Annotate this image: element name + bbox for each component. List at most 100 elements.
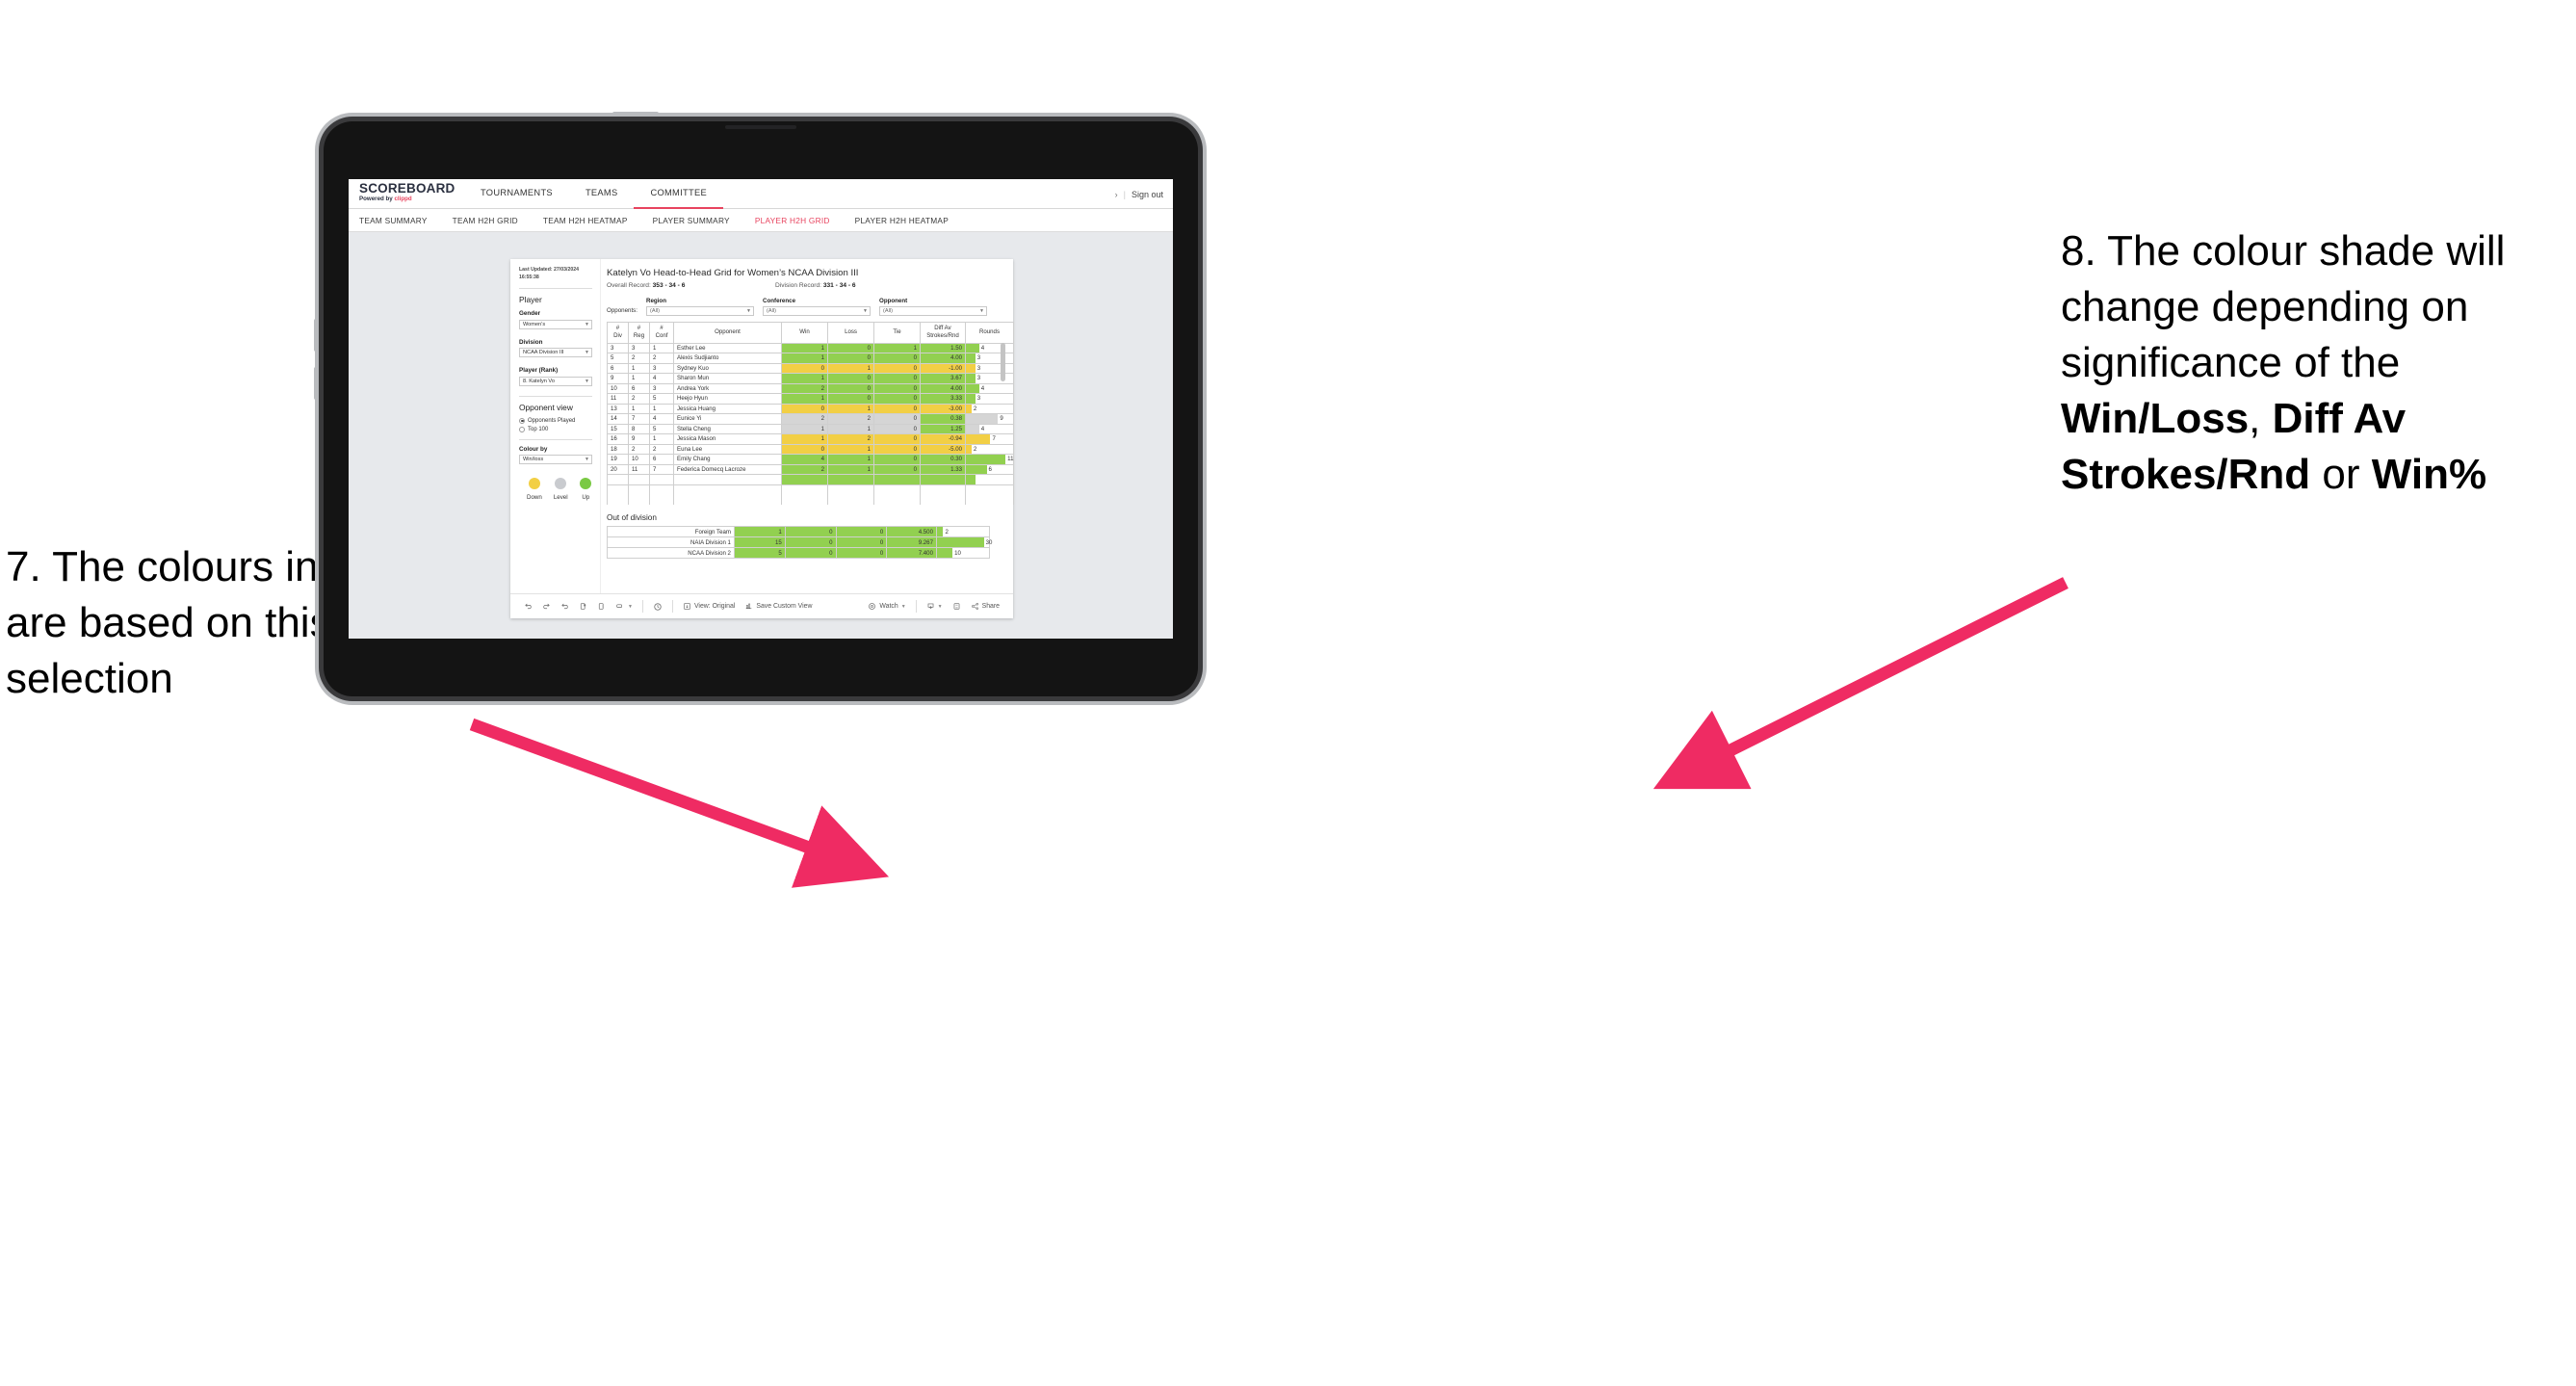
radio-opponents-played[interactable]: Opponents Played bbox=[519, 417, 592, 424]
conference-select[interactable]: (All) ▼ bbox=[763, 306, 871, 316]
radio-top-100[interactable]: Top 100 bbox=[519, 426, 592, 432]
cell-tie: 0 bbox=[873, 454, 921, 465]
table-row[interactable]: 6 1 3 Sydney Kuo 0 1 0 -1.00 3 bbox=[607, 362, 1014, 374]
colour-by-select[interactable]: Win/loss ▼ bbox=[519, 455, 592, 464]
table-row[interactable]: 10 6 3 Andrea York 2 0 0 4.00 4 bbox=[607, 382, 1014, 394]
cell-div: 19 bbox=[607, 454, 629, 465]
table-row[interactable]: 11 2 5 Heejo Hyun 1 0 0 3.33 3 bbox=[607, 393, 1014, 405]
cell-tie: 0 bbox=[873, 403, 921, 414]
divider bbox=[519, 438, 592, 440]
table-row[interactable]: 13 1 1 Jessica Huang 0 1 0 -3.00 2 bbox=[607, 403, 1014, 414]
division-record: Division Record: 331 - 34 - 6 bbox=[775, 282, 856, 289]
brand-logo[interactable]: SCOREBOARD Powered by clippd bbox=[349, 179, 464, 208]
cell-div: 9 bbox=[607, 373, 629, 384]
opponent-view-heading: Opponent view bbox=[519, 402, 573, 412]
pause-refresh-icon[interactable] bbox=[648, 602, 667, 612]
col-opponent[interactable]: Opponent bbox=[673, 321, 782, 344]
cell-tie: 0 bbox=[873, 373, 921, 384]
out-of-division-row[interactable]: NAIA Division 1 15 0 0 9.267 30 bbox=[607, 536, 992, 548]
workspace: Last Updated: 27/03/2024 16:55:38 Player… bbox=[349, 232, 1173, 639]
export-menu[interactable]: ▼ bbox=[611, 602, 637, 611]
player-rank-select[interactable]: 8. Katelyn Vo ▼ bbox=[519, 376, 592, 386]
conference-filter: Conference (All) ▼ bbox=[763, 298, 871, 316]
radio-opponents-played-label: Opponents Played bbox=[528, 417, 576, 424]
table-row[interactable]: 14 7 4 Eunice Yi 2 2 0 0.38 9 bbox=[607, 413, 1014, 425]
share-button[interactable]: Share bbox=[966, 602, 1004, 611]
subnav-player-h2h-heatmap[interactable]: PLAYER H2H HEATMAP bbox=[855, 216, 962, 225]
pause-auto-update-icon[interactable] bbox=[592, 602, 611, 611]
cell-div: 18 bbox=[607, 443, 629, 455]
table-row[interactable]: 20 11 7 Federica Domecq Lacroze 2 1 0 1.33 6 bbox=[607, 463, 1014, 475]
sign-out-link[interactable]: Sign out bbox=[1132, 190, 1163, 199]
fullscreen-button[interactable] bbox=[948, 602, 966, 611]
colour-by-label: Colour by bbox=[519, 445, 548, 453]
cell-diff: 3.67 bbox=[920, 373, 966, 384]
download-button[interactable]: ▼ bbox=[922, 602, 948, 611]
region-select[interactable]: (All) ▼ bbox=[646, 306, 754, 316]
col-win[interactable]: Win bbox=[781, 321, 828, 344]
table-row[interactable]: 15 8 5 Stella Cheng 1 1 0 1.25 4 bbox=[607, 423, 1014, 434]
cell-opponent: Andrea York bbox=[673, 382, 782, 394]
share-label: Share bbox=[981, 603, 1000, 610]
annotation-8-bold-winloss: Win/Loss bbox=[2061, 395, 2250, 443]
subnav-team-h2h-grid[interactable]: TEAM H2H GRID bbox=[453, 216, 532, 225]
table-row[interactable]: 19 10 6 Emily Chang 4 1 0 0.30 11 bbox=[607, 454, 1014, 465]
out-of-division-row[interactable]: Foreign Team 1 0 0 4.500 2 bbox=[607, 526, 991, 537]
col-diff-l2: Strokes/Rnd bbox=[926, 332, 959, 339]
undo-button[interactable] bbox=[519, 602, 537, 611]
subnav-player-h2h-grid[interactable]: PLAYER H2H GRID bbox=[755, 216, 844, 225]
chevron-right-icon[interactable]: › bbox=[1115, 190, 1118, 199]
table-row[interactable]: 5 2 2 Alexis Sudjianto 1 0 0 4.00 3 bbox=[607, 353, 1014, 364]
volume-up-button[interactable] bbox=[314, 319, 318, 352]
col-conf[interactable]: # Conf bbox=[649, 321, 674, 344]
redo-button[interactable] bbox=[537, 602, 556, 611]
cell-reg: 6 bbox=[628, 382, 650, 394]
cell-ood-diff: 7.400 bbox=[886, 547, 937, 559]
col-loss[interactable]: Loss bbox=[827, 321, 874, 344]
cell-conf: 2 bbox=[649, 353, 674, 364]
subnav-team-h2h-heatmap[interactable]: TEAM H2H HEATMAP bbox=[543, 216, 641, 225]
chevron-down-icon: ▼ bbox=[979, 307, 984, 314]
volume-down-button[interactable] bbox=[314, 367, 318, 400]
gender-select[interactable]: Women’s ▼ bbox=[519, 319, 592, 329]
rounds-value: 9 bbox=[1000, 415, 1003, 423]
power-button[interactable] bbox=[612, 112, 659, 116]
table-row[interactable]: 9 1 4 Sharon Mun 1 0 0 3.67 3 bbox=[607, 373, 1014, 384]
table-row[interactable]: 3 3 1 Esther Lee 1 0 1 1.50 4 bbox=[607, 342, 1014, 353]
col-conf-l2: Conf bbox=[655, 332, 668, 339]
cell-rounds: 2 bbox=[965, 403, 1014, 414]
table-row[interactable]: 18 2 2 Euna Lee 0 1 0 -5.00 2 bbox=[607, 443, 1014, 455]
cell-div: 6 bbox=[607, 362, 629, 374]
col-rounds[interactable]: Rounds bbox=[965, 321, 1014, 344]
col-reg[interactable]: # Reg bbox=[628, 321, 650, 344]
refresh-data-icon[interactable] bbox=[574, 602, 592, 611]
watch-button[interactable]: Watch ▼ bbox=[863, 602, 910, 611]
cell-loss: 1 bbox=[827, 463, 874, 475]
grid-scrollbar[interactable] bbox=[1001, 342, 1005, 381]
save-custom-view-button[interactable]: Save Custom View bbox=[740, 602, 817, 611]
nav-committee[interactable]: COMMITTEE bbox=[634, 179, 723, 209]
cell-win: 2 bbox=[781, 463, 828, 475]
division-select[interactable]: NCAA Division III ▼ bbox=[519, 348, 592, 357]
cell-conf: 3 bbox=[649, 382, 674, 394]
rounds-value: 4 bbox=[980, 425, 985, 432]
cell-ood-tie: 0 bbox=[835, 526, 888, 537]
cell-win: 1 bbox=[781, 423, 828, 434]
cell-rounds: 3 bbox=[965, 373, 1014, 384]
revert-button[interactable] bbox=[556, 602, 574, 611]
opponent-select[interactable]: (All) ▼ bbox=[879, 306, 987, 316]
col-diff-av-strokes[interactable]: Diff Av Strokes/Rnd bbox=[920, 321, 966, 344]
region-label: Region bbox=[646, 298, 666, 304]
subnav-team-summary[interactable]: TEAM SUMMARY bbox=[359, 216, 441, 225]
col-tie[interactable]: Tie bbox=[873, 321, 921, 344]
cell-loss: 2 bbox=[827, 413, 874, 425]
tablet-device-frame: SCOREBOARD Powered by clippd TOURNAMENTS… bbox=[314, 112, 1198, 696]
view-original-button[interactable]: View: Original bbox=[678, 602, 740, 611]
subnav-player-summary[interactable]: PLAYER SUMMARY bbox=[653, 216, 743, 225]
nav-tournaments[interactable]: TOURNAMENTS bbox=[464, 179, 569, 209]
out-of-division-row[interactable]: NCAA Division 2 5 0 0 7.400 10 bbox=[607, 547, 991, 559]
nav-teams[interactable]: TEAMS bbox=[569, 179, 635, 209]
col-div[interactable]: # Div bbox=[607, 321, 629, 344]
device-screen: SCOREBOARD Powered by clippd TOURNAMENTS… bbox=[349, 179, 1173, 639]
table-row[interactable]: 16 9 1 Jessica Mason 1 2 0 -0.94 7 bbox=[607, 433, 1014, 445]
